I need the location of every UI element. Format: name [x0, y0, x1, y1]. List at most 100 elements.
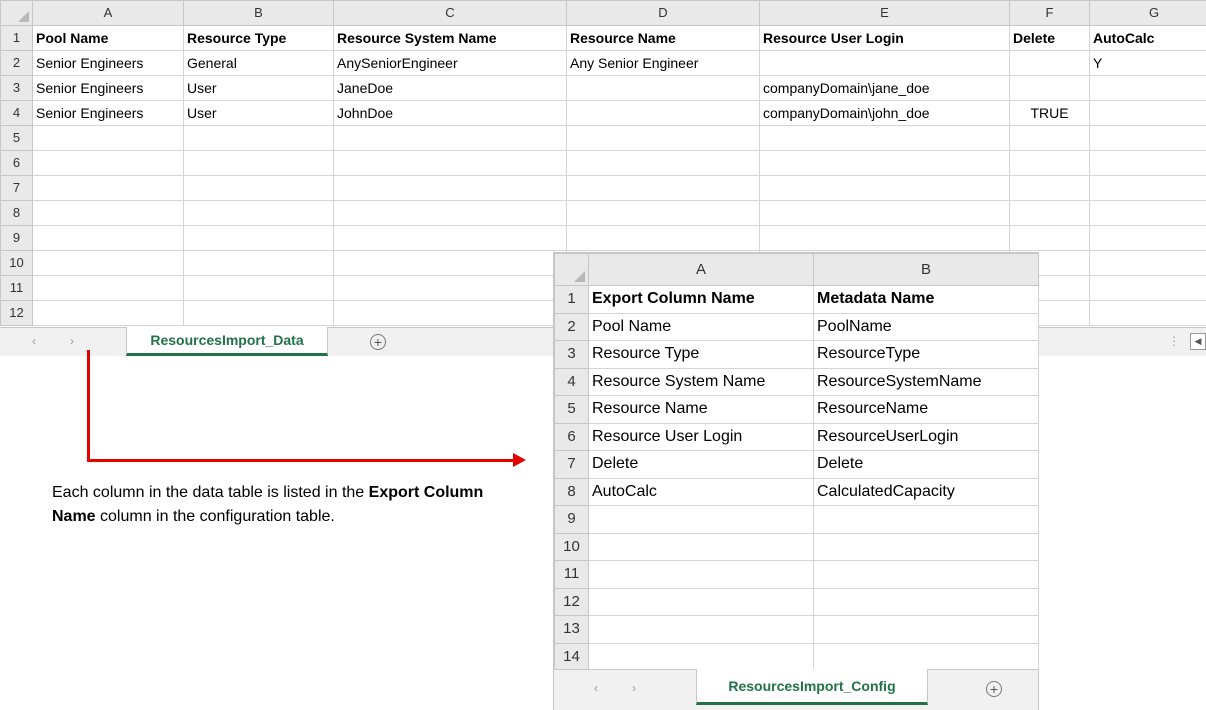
data-sheet-cell-g3[interactable]	[1090, 76, 1206, 101]
config-sheet-cell-a12[interactable]	[589, 588, 814, 616]
data-sheet-row-header[interactable]: 7	[1, 176, 33, 201]
data-sheet-row-header[interactable]: 6	[1, 151, 33, 176]
data-sheet-row-header[interactable]: 4	[1, 101, 33, 126]
data-sheet-row-header[interactable]: 9	[1, 226, 33, 251]
data-sheet-cell-c8[interactable]	[334, 201, 567, 226]
data-sheet-row-header[interactable]: 12	[1, 301, 33, 326]
data-sheet-column-header-b[interactable]: B	[184, 1, 334, 26]
chevron-left-icon[interactable]: ‹	[594, 670, 598, 706]
data-sheet-cell-a4[interactable]: Senior Engineers	[33, 101, 184, 126]
config-sheet-cell-a1[interactable]: Export Column Name	[589, 286, 814, 314]
data-sheet-cell-c12[interactable]	[334, 301, 567, 326]
config-sheet-row-header[interactable]: 11	[555, 561, 589, 589]
data-sheet-cell-d1[interactable]: Resource Name	[567, 26, 760, 51]
data-sheet-select-all-corner[interactable]	[1, 1, 33, 26]
data-sheet-cell-e5[interactable]	[760, 126, 1010, 151]
config-sheet-cell-a11[interactable]	[589, 561, 814, 589]
data-sheet-cell-f5[interactable]	[1010, 126, 1090, 151]
data-sheet-cell-b9[interactable]	[184, 226, 334, 251]
config-sheet-cell-b1[interactable]: Metadata Name	[814, 286, 1039, 314]
data-sheet-cell-c5[interactable]	[334, 126, 567, 151]
config-sheet-cell-a3[interactable]: Resource Type	[589, 341, 814, 369]
data-sheet-cell-g5[interactable]	[1090, 126, 1206, 151]
data-sheet-cell-g2[interactable]: Y	[1090, 51, 1206, 76]
config-sheet-cell-a8[interactable]: AutoCalc	[589, 478, 814, 506]
data-sheet-cell-a8[interactable]	[33, 201, 184, 226]
data-sheet-cell-a3[interactable]: Senior Engineers	[33, 76, 184, 101]
data-sheet-row-header[interactable]: 3	[1, 76, 33, 101]
config-sheet-cell-b2[interactable]: PoolName	[814, 313, 1039, 341]
data-sheet-cell-b7[interactable]	[184, 176, 334, 201]
data-sheet-cell-e6[interactable]	[760, 151, 1010, 176]
data-sheet-cell-d5[interactable]	[567, 126, 760, 151]
data-sheet-cell-e8[interactable]	[760, 201, 1010, 226]
config-sheet-cell-a5[interactable]: Resource Name	[589, 396, 814, 424]
config-sheet-cell-a4[interactable]: Resource System Name	[589, 368, 814, 396]
config-sheet-row-header[interactable]: 2	[555, 313, 589, 341]
config-sheet-row-header[interactable]: 7	[555, 451, 589, 479]
config-sheet-column-header-b[interactable]: B	[814, 254, 1039, 286]
data-sheet-cell-d7[interactable]	[567, 176, 760, 201]
data-sheet-cell-g12[interactable]	[1090, 301, 1206, 326]
data-sheet-cell-b2[interactable]: General	[184, 51, 334, 76]
data-sheet-cell-c2[interactable]: AnySeniorEngineer	[334, 51, 567, 76]
config-sheet-cell-a13[interactable]	[589, 616, 814, 644]
data-sheet-cell-e4[interactable]: companyDomain\john_doe	[760, 101, 1010, 126]
config-sheet-cell-a7[interactable]: Delete	[589, 451, 814, 479]
data-sheet-cell-g6[interactable]	[1090, 151, 1206, 176]
data-sheet-column-header-c[interactable]: C	[334, 1, 567, 26]
data-sheet-cell-d8[interactable]	[567, 201, 760, 226]
tab-resourcesimport-config[interactable]: ResourcesImport_Config	[696, 669, 928, 705]
config-sheet-row-header[interactable]: 9	[555, 506, 589, 534]
data-sheet-cell-d2[interactable]: Any Senior Engineer	[567, 51, 760, 76]
config-sheet-cell-a14[interactable]	[589, 643, 814, 671]
data-sheet-cell-d6[interactable]	[567, 151, 760, 176]
data-sheet-cell-e7[interactable]	[760, 176, 1010, 201]
data-sheet-cell-f7[interactable]	[1010, 176, 1090, 201]
config-sheet-row-header[interactable]: 1	[555, 286, 589, 314]
data-sheet-cell-g9[interactable]	[1090, 226, 1206, 251]
data-sheet-cell-b11[interactable]	[184, 276, 334, 301]
config-sheet-row-header[interactable]: 4	[555, 368, 589, 396]
plus-circle-icon[interactable]: +	[370, 334, 386, 350]
data-sheet-cell-f9[interactable]	[1010, 226, 1090, 251]
config-sheet-column-header-a[interactable]: A	[589, 254, 814, 286]
data-sheet-cell-f1[interactable]: Delete	[1010, 26, 1090, 51]
data-sheet-cell-d3[interactable]	[567, 76, 760, 101]
config-sheet-cell-b3[interactable]: ResourceType	[814, 341, 1039, 369]
data-sheet-cell-a9[interactable]	[33, 226, 184, 251]
data-sheet-cell-d9[interactable]	[567, 226, 760, 251]
data-sheet-cell-g4[interactable]	[1090, 101, 1206, 126]
data-sheet-cell-c3[interactable]: JaneDoe	[334, 76, 567, 101]
data-sheet-cell-a5[interactable]	[33, 126, 184, 151]
data-sheet-column-header-e[interactable]: E	[760, 1, 1010, 26]
config-sheet-cell-a10[interactable]	[589, 533, 814, 561]
data-sheet-cell-c1[interactable]: Resource System Name	[334, 26, 567, 51]
data-sheet-cell-d4[interactable]	[567, 101, 760, 126]
config-sheet-cell-b12[interactable]	[814, 588, 1039, 616]
data-sheet-cell-g7[interactable]	[1090, 176, 1206, 201]
data-sheet-row-header[interactable]: 2	[1, 51, 33, 76]
config-sheet-cell-a2[interactable]: Pool Name	[589, 313, 814, 341]
data-sheet-cell-e1[interactable]: Resource User Login	[760, 26, 1010, 51]
data-sheet-cell-e2[interactable]	[760, 51, 1010, 76]
config-sheet-cell-b6[interactable]: ResourceUserLogin	[814, 423, 1039, 451]
config-sheet-cell-b5[interactable]: ResourceName	[814, 396, 1039, 424]
data-sheet-row-header[interactable]: 10	[1, 251, 33, 276]
data-sheet-cell-c11[interactable]	[334, 276, 567, 301]
data-sheet-cell-g8[interactable]	[1090, 201, 1206, 226]
config-sheet-cell-b10[interactable]	[814, 533, 1039, 561]
data-sheet-row-header[interactable]: 1	[1, 26, 33, 51]
config-sheet-select-all-corner[interactable]	[555, 254, 589, 286]
config-sheet-row-header[interactable]: 12	[555, 588, 589, 616]
data-sheet-cell-b4[interactable]: User	[184, 101, 334, 126]
chevron-left-icon[interactable]: ‹	[32, 328, 36, 354]
data-sheet-cell-f6[interactable]	[1010, 151, 1090, 176]
data-sheet-column-header-d[interactable]: D	[567, 1, 760, 26]
data-sheet-cell-a2[interactable]: Senior Engineers	[33, 51, 184, 76]
data-sheet-row-header[interactable]: 5	[1, 126, 33, 151]
data-sheet-cell-e3[interactable]: companyDomain\jane_doe	[760, 76, 1010, 101]
config-sheet-row-header[interactable]: 5	[555, 396, 589, 424]
data-sheet-cell-e9[interactable]	[760, 226, 1010, 251]
data-sheet-cell-f2[interactable]	[1010, 51, 1090, 76]
